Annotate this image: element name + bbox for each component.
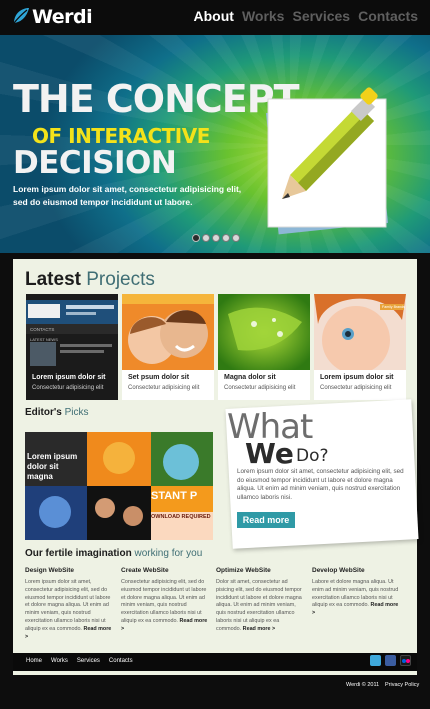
- thumb-news-label: LATEST NEWS: [30, 337, 58, 342]
- nav-services[interactable]: Services: [292, 8, 350, 24]
- project-card[interactable]: Set psum dolor sit Consectetur adipisici…: [122, 294, 214, 400]
- service-body: Lorem ipsum dolor sit amet, consectetur …: [25, 579, 111, 632]
- service-column: Develop WebSite Labore et dolore magna a…: [312, 567, 400, 618]
- editors-picks-collage[interactable]: Lorem ipsum dolor sit magna STANT P OWNL…: [25, 432, 213, 540]
- collage-image: [25, 432, 213, 540]
- collage-banner-big: STANT P: [151, 490, 198, 502]
- service-text: Dolor sit amet, consectetur ad pisicing …: [216, 579, 304, 634]
- footer-link-works[interactable]: Works: [51, 658, 68, 664]
- project-card[interactable]: CONTACTS LATEST NEWS Lorem ipsum dolor s…: [26, 294, 118, 400]
- nav-about[interactable]: About: [194, 8, 234, 24]
- content-panel: Latest Projects CONTACTS LATEST NEWS Lor…: [13, 259, 419, 675]
- service-heading: Develop WebSite: [312, 567, 365, 574]
- project-caption: Magna dolor sit: [224, 374, 276, 381]
- project-subcaption: Consectetur adipisicing elit: [32, 385, 104, 391]
- project-subcaption: Consectetur adipisicing elit: [224, 385, 296, 391]
- thumb-family-label: Family Brands: [382, 305, 405, 309]
- fertile-imagination-title: Our fertile imagination working for you: [25, 548, 202, 559]
- slider-dots: [192, 234, 240, 242]
- title-light: Picks: [64, 407, 89, 418]
- slider-dot[interactable]: [222, 234, 230, 242]
- leaf-logo-icon: [13, 8, 29, 24]
- footer-nav: Home Works Services Contacts: [26, 658, 133, 664]
- project-caption: Set psum dolor sit: [128, 374, 190, 381]
- service-column: Design WebSite Lorem ipsum dolor sit ame…: [25, 567, 113, 641]
- collage-banner-small: OWNLOAD REQUIRED: [151, 514, 211, 520]
- service-text: Labore et dolore magna aliqua. Ut enim a…: [312, 579, 400, 618]
- service-text: Lorem ipsum dolor sit amet, consectetur …: [25, 579, 113, 641]
- service-column: Create WebSite Consectetur adipisicing e…: [121, 567, 209, 634]
- latest-projects-title: Latest Projects: [25, 269, 155, 291]
- logo-text: Werdi: [32, 6, 93, 28]
- service-body: Dolor sit amet, consectetur ad pisicing …: [216, 579, 302, 632]
- read-more-button[interactable]: Read more: [237, 512, 295, 528]
- what-we-do-heading-we: We: [245, 437, 294, 470]
- editors-picks-title: Editor's Picks: [25, 407, 89, 418]
- what-we-do-heading-do: Do?: [296, 446, 329, 466]
- title-light: working for you: [134, 548, 203, 559]
- slider-dot[interactable]: [212, 234, 220, 242]
- pencil-illustration: [265, 87, 389, 235]
- project-caption: Lorem ipsum dolor sit: [320, 374, 394, 381]
- header: Werdi About Works Services Contacts: [0, 0, 430, 35]
- twitter-icon[interactable]: [370, 655, 381, 666]
- copyright: Werdi © 2011: [346, 682, 380, 688]
- title-light: Projects: [86, 269, 155, 290]
- project-thumbnail: [26, 294, 118, 370]
- service-heading: Create WebSite: [121, 567, 169, 574]
- slider-dot[interactable]: [192, 234, 200, 242]
- title-bold: Latest: [25, 269, 81, 290]
- project-subcaption: Consectetur adipisicing elit: [128, 385, 200, 391]
- slider-dot[interactable]: [232, 234, 240, 242]
- what-we-do-text: Lorem ipsum dolor sit amet, consectetur …: [237, 468, 404, 501]
- nav-works[interactable]: Works: [242, 8, 285, 24]
- read-more-link[interactable]: Read more >: [243, 626, 276, 632]
- footer-link-home[interactable]: Home: [26, 658, 42, 664]
- project-subcaption: Consectetur adipisicing elit: [320, 385, 392, 391]
- flickr-icon[interactable]: [400, 655, 411, 666]
- title-bold: Editor's: [25, 407, 62, 418]
- hero-slider: The Concept of interactive Decision Lore…: [0, 35, 430, 253]
- project-thumbnail: [218, 294, 310, 370]
- thumb-contacts-label: CONTACTS: [30, 327, 55, 332]
- project-card[interactable]: Family Brands Lorem ipsum dolor sit Cons…: [314, 294, 406, 400]
- social-icons: [370, 655, 411, 666]
- facebook-icon[interactable]: [385, 655, 396, 666]
- collage-overlay-text: Lorem ipsum dolor sit magna: [27, 452, 78, 481]
- main-nav: About Works Services Contacts: [194, 8, 419, 24]
- hero-title-line1: The Concept: [13, 77, 300, 121]
- project-caption: Lorem ipsum dolor sit: [32, 374, 106, 381]
- privacy-policy-link[interactable]: Privacy Policy: [385, 682, 419, 688]
- footer-link-services[interactable]: Services: [77, 658, 100, 664]
- hero-text: Lorem ipsum dolor sit amet, consectetur …: [13, 184, 242, 207]
- service-heading: Design WebSite: [25, 567, 75, 574]
- service-heading: Optimize WebSite: [216, 567, 271, 574]
- nav-contacts[interactable]: Contacts: [358, 8, 418, 24]
- project-card[interactable]: Magna dolor sit Consectetur adipisicing …: [218, 294, 310, 400]
- service-text: Consectetur adipisicing elit, sed do eiu…: [121, 579, 209, 634]
- logo[interactable]: Werdi: [12, 5, 93, 29]
- slider-dot[interactable]: [202, 234, 210, 242]
- title-bold: Our fertile imagination: [25, 548, 132, 559]
- hero-title-line3: Decision: [13, 145, 177, 181]
- footer-link-contacts[interactable]: Contacts: [109, 658, 133, 664]
- service-column: Optimize WebSite Dolor sit amet, consect…: [216, 567, 304, 634]
- project-thumbnail: [122, 294, 214, 370]
